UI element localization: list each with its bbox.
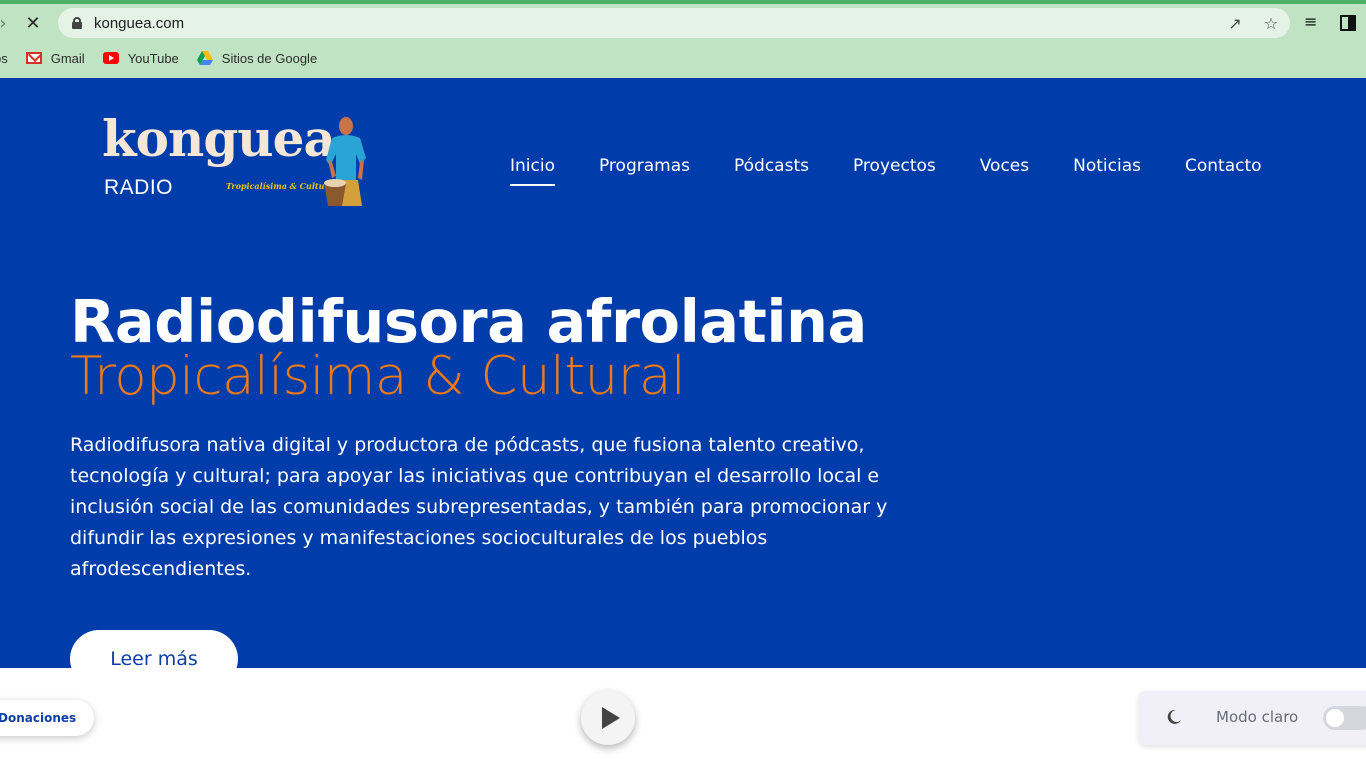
moon-icon bbox=[1167, 709, 1181, 724]
google-drive-icon bbox=[196, 51, 213, 65]
nav-item-podcasts[interactable]: Pódcasts bbox=[734, 156, 809, 176]
bookmark-gmail[interactable]: Gmail bbox=[25, 50, 85, 66]
bookmark-apps[interactable]: ps bbox=[0, 51, 8, 66]
play-button[interactable] bbox=[581, 691, 635, 745]
hero-description: Radiodifusora nativa digital y productor… bbox=[70, 434, 888, 580]
theme-mode-panel: Modo claro bbox=[1139, 691, 1366, 745]
play-icon bbox=[601, 707, 620, 729]
side-panel-icon[interactable] bbox=[1340, 15, 1356, 31]
bookmark-google-sites[interactable]: Sitios de Google bbox=[196, 50, 318, 66]
read-more-button[interactable]: Leer más bbox=[70, 630, 238, 668]
lock-icon[interactable] bbox=[72, 17, 82, 29]
drummer-figure-icon bbox=[324, 117, 366, 206]
bookmark-youtube[interactable]: YouTube bbox=[102, 50, 179, 66]
nav-item-proyectos[interactable]: Proyectos bbox=[853, 156, 936, 176]
logo-radio-text: RADIO bbox=[104, 176, 174, 199]
address-bar[interactable]: konguea.com ↗ ☆ bbox=[58, 8, 1290, 38]
theme-mode-label: Modo claro bbox=[1216, 708, 1299, 726]
site-logo[interactable]: konguea RADIO Tropicalísima & Cultural bbox=[102, 114, 372, 210]
nav-item-noticias[interactable]: Noticias bbox=[1073, 156, 1141, 176]
back-arrow-icon[interactable]: › bbox=[0, 10, 10, 36]
bookmark-label: YouTube bbox=[127, 50, 179, 66]
media-queue-icon[interactable]: ≡ bbox=[1304, 12, 1317, 31]
nav-item-voces[interactable]: Voces bbox=[980, 156, 1029, 176]
tab-strip bbox=[0, 0, 1366, 4]
youtube-icon bbox=[102, 52, 119, 64]
bookmark-label: ps bbox=[0, 50, 8, 66]
theme-toggle[interactable] bbox=[1323, 706, 1366, 730]
toggle-knob bbox=[1326, 709, 1344, 727]
bookmark-label: Gmail bbox=[50, 50, 85, 66]
nav-item-programas[interactable]: Programas bbox=[599, 156, 690, 176]
star-icon[interactable]: ☆ bbox=[1260, 14, 1282, 33]
close-icon[interactable]: ✕ bbox=[20, 10, 46, 36]
url-text[interactable]: konguea.com bbox=[94, 15, 184, 32]
donate-button[interactable]: Donaciones bbox=[0, 700, 94, 736]
hero-subtitle: Tropicalísima & Cultural bbox=[70, 346, 686, 407]
player-bar: Donaciones Modo claro bbox=[0, 668, 1366, 768]
logo-wordmark: konguea bbox=[102, 109, 336, 168]
hero-section: konguea RADIO Tropicalísima & Cultural I… bbox=[0, 78, 1366, 668]
nav-item-inicio[interactable]: Inicio bbox=[510, 156, 555, 186]
gmail-icon bbox=[25, 52, 42, 64]
browser-chrome: › ✕ konguea.com ↗ ☆ ≡ ps Gmail YouTube bbox=[0, 0, 1366, 78]
main-nav: Inicio Programas Pódcasts Proyectos Voce… bbox=[510, 156, 1262, 186]
bookmark-label: Sitios de Google bbox=[221, 50, 318, 66]
nav-item-contacto[interactable]: Contacto bbox=[1185, 156, 1262, 176]
share-icon[interactable]: ↗ bbox=[1224, 14, 1246, 33]
bookmarks-bar: ps Gmail YouTube Sitios de Google bbox=[0, 47, 335, 69]
